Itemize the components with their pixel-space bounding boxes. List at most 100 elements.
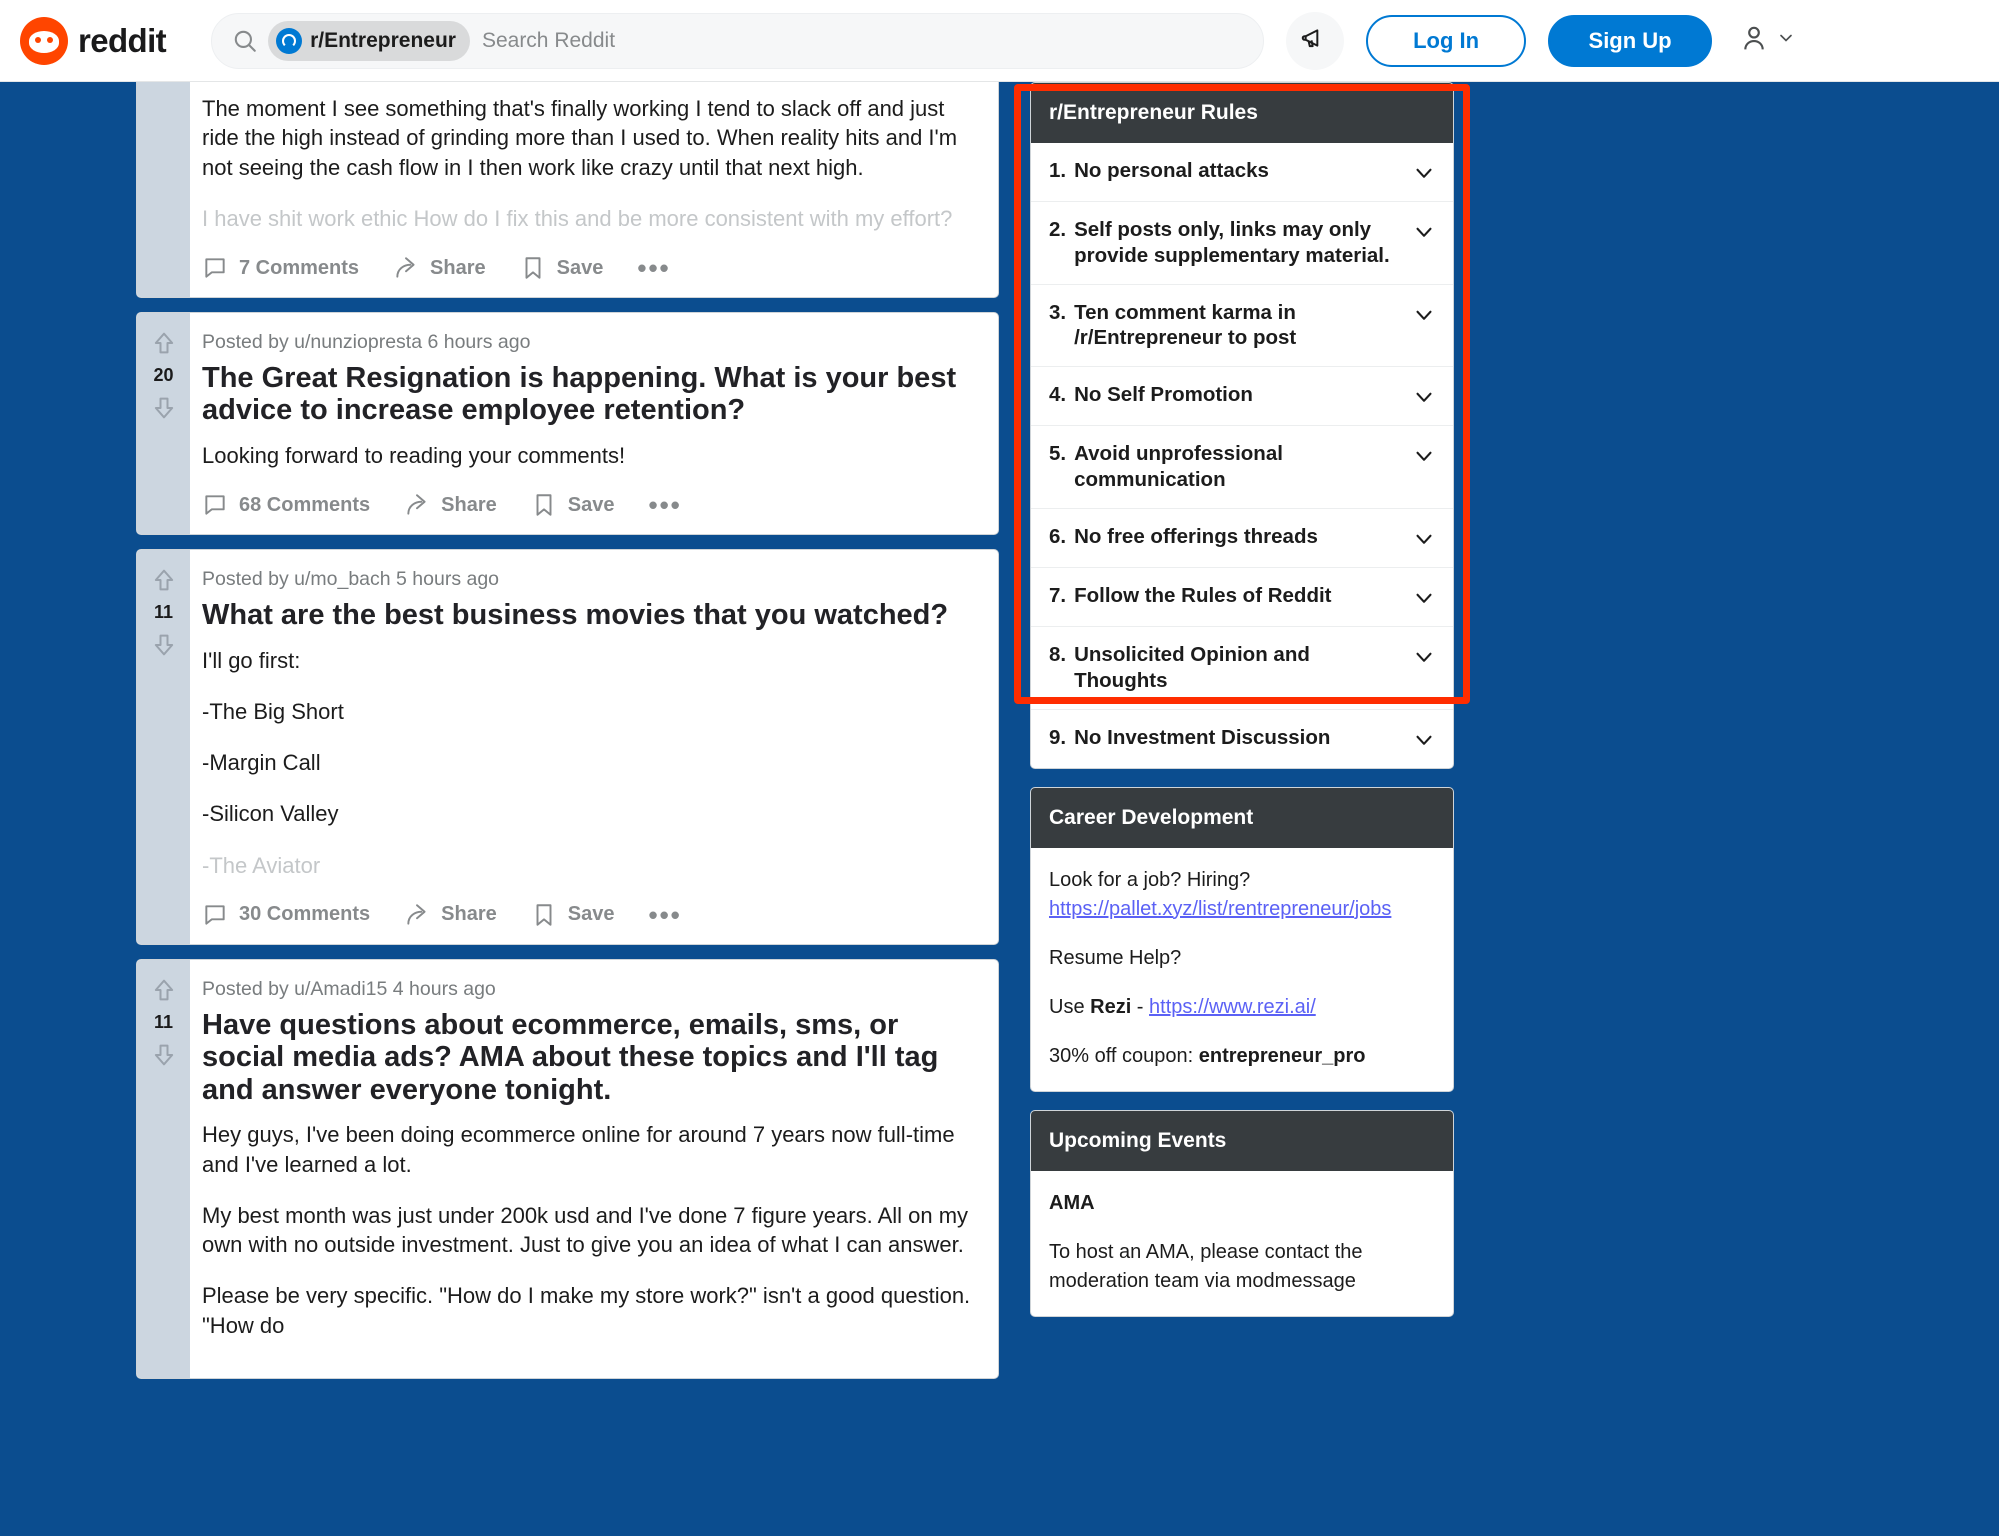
jobs-link[interactable]: https://pallet.xyz/list/rentrepreneur/jo… [1049,898,1391,920]
rule-number: 5. [1049,442,1067,466]
reddit-wordmark: reddit [78,21,167,59]
share-label: Share [430,256,486,279]
announcements-button[interactable] [1286,11,1345,70]
more-options-icon[interactable]: ••• [648,492,681,518]
rule-number: 7. [1049,583,1067,607]
post-content: The moment I see something that's finall… [190,82,998,297]
downvote-button[interactable] [150,1041,178,1069]
events-widget-body: AMA To host an AMA, please contact the m… [1031,1171,1453,1316]
rule-item-1[interactable]: 1. No personal attacks [1031,143,1453,202]
vote-count: 11 [153,1011,174,1032]
save-label: Save [567,903,615,926]
career-coupon-block: 30% off coupon: entrepreneur_pro [1049,1042,1435,1071]
rule-item-2[interactable]: 2. Self posts only, links may only provi… [1031,202,1453,285]
coupon-code: entrepreneur_pro [1198,1044,1366,1067]
post-actions: 68 Comments Share Save ••• [202,492,976,518]
comment-icon [202,902,228,928]
page-body: The moment I see something that's finall… [0,82,1999,1536]
downvote-button[interactable] [150,394,178,422]
post-body: Hey guys, I've been doing ecommerce onli… [202,1120,976,1340]
upvote-button[interactable] [150,976,178,1004]
share-button[interactable]: Share [404,902,497,928]
share-button[interactable]: Share [393,255,486,281]
rezi-name: Rezi [1090,995,1132,1018]
comments-button[interactable]: 30 Comments [202,902,370,928]
share-icon [393,255,419,281]
post-meta: Posted by u/nunziopresta 6 hours ago [202,331,531,353]
chevron-down-icon [1411,585,1437,611]
upvote-button[interactable] [150,566,178,594]
search-subreddit-chip[interactable]: r/Entrepreneur [268,20,470,61]
user-avatar-icon [1738,22,1770,59]
comments-button[interactable]: 68 Comments [202,492,370,518]
vote-bar: 11 [137,959,190,1378]
right-sidebar: r/Entrepreneur Rules 1. No personal atta… [1030,82,1454,1335]
save-button[interactable]: Save [531,492,614,518]
bookmark-icon [520,255,546,281]
rule-text: No Investment Discussion [1074,725,1331,749]
save-button[interactable]: Save [531,902,615,928]
rule-item-3[interactable]: 3. Ten comment karma in /r/Entrepreneur … [1031,285,1453,368]
chevron-down-icon [1411,219,1437,245]
post-title[interactable]: The Great Resignation is happening. What… [202,362,976,427]
more-options-icon[interactable]: ••• [637,255,670,281]
rule-text: Avoid unprofessional communication [1074,442,1283,492]
rule-item-5[interactable]: 5. Avoid unprofessional communication [1031,426,1453,509]
post-paragraph: Hey guys, I've been doing ecommerce onli… [202,1122,955,1177]
chevron-down-icon [1411,384,1437,410]
career-rezi-block: Use Rezi - https://www.rezi.ai/ [1049,993,1435,1022]
search-icon [232,28,258,54]
search-input[interactable] [481,20,1250,61]
rule-number: 4. [1049,383,1067,407]
share-label: Share [441,493,497,516]
post-title[interactable]: What are the best business movies that y… [202,599,976,631]
rule-item-7[interactable]: 7. Follow the Rules of Reddit [1031,568,1453,627]
comments-label: 30 Comments [239,903,371,926]
post-body: Looking forward to reading your comments… [202,441,976,470]
career-widget-title: Career Development [1031,787,1453,848]
post-title[interactable]: Have questions about ecommerce, emails, … [202,1009,976,1106]
rules-widget: r/Entrepreneur Rules 1. No personal atta… [1030,82,1454,769]
upvote-button[interactable] [150,329,178,357]
rule-text: No free offerings threads [1074,524,1318,548]
rule-text: Self posts only, links may only provide … [1074,218,1390,267]
chevron-down-icon [1411,727,1437,753]
comments-button[interactable]: 7 Comments [202,255,359,281]
rule-item-6[interactable]: 6. No free offerings threads [1031,509,1453,568]
comments-label: 7 Comments [239,256,360,279]
bookmark-icon [531,492,557,518]
search-bar[interactable]: r/Entrepreneur [211,12,1265,69]
chevron-down-icon [1411,443,1437,469]
downvote-button[interactable] [150,631,178,659]
rule-item-8[interactable]: 8. Unsolicited Opinion and Thoughts [1031,627,1453,710]
post-body: The moment I see something that's finall… [202,94,976,233]
share-button[interactable]: Share [404,492,497,518]
post-paragraph: -The Aviator [202,852,321,878]
event-item-title: AMA [1049,1191,1095,1214]
top-navigation-bar: reddit r/Entrepreneur Log In Sign Up [0,0,1999,82]
vote-bar [137,82,190,297]
more-options-icon[interactable]: ••• [648,902,681,928]
rezi-link[interactable]: https://www.rezi.ai/ [1149,996,1316,1018]
login-button[interactable]: Log In [1366,14,1527,67]
career-jobs-text: Look for a job? Hiring? [1049,868,1251,891]
rule-number: 6. [1049,524,1067,548]
rule-number: 1. [1049,159,1067,182]
post-content: Posted by u/nunziopresta 6 hours ago The… [190,313,998,534]
rule-item-4[interactable]: 4. No Self Promotion [1031,367,1453,427]
comments-label: 68 Comments [239,493,371,516]
post-card: The moment I see something that's finall… [136,82,999,298]
career-resume-text: Resume Help? [1049,946,1182,969]
post-body: I'll go first: -The Big Short -Margin Ca… [202,646,976,880]
rules-widget-title: r/Entrepreneur Rules [1031,83,1453,143]
post-paragraph: I have shit work ethic How do I fix this… [202,205,953,231]
career-development-widget: Career Development Look for a job? Hirin… [1030,786,1454,1092]
account-menu[interactable] [1738,22,1796,59]
reddit-logo[interactable]: reddit [20,16,167,65]
save-button[interactable]: Save [520,255,603,281]
rule-text: Ten comment karma in /r/Entrepreneur to … [1074,300,1297,350]
subreddit-avatar-icon [276,27,303,54]
rule-text: Unsolicited Opinion and Thoughts [1074,642,1310,692]
rule-item-9[interactable]: 9. No Investment Discussion [1031,710,1453,768]
signup-button[interactable]: Sign Up [1548,14,1713,67]
